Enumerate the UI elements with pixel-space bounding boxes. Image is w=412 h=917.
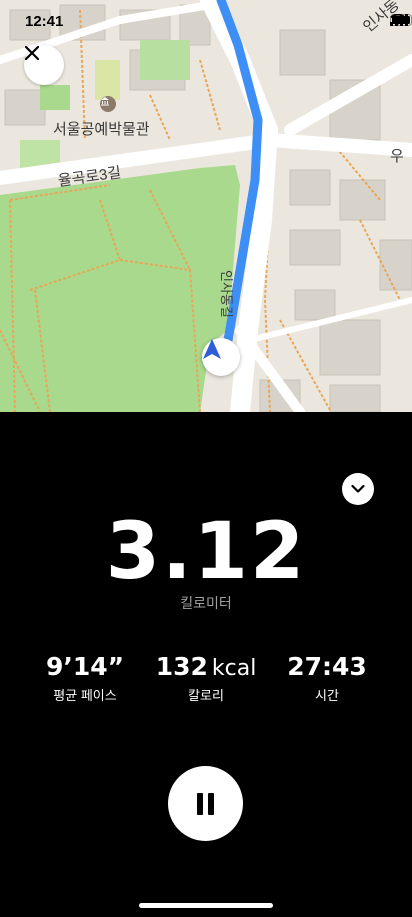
duration-label: 시간 bbox=[315, 688, 339, 703]
distance-unit: 킬로미터 bbox=[180, 595, 232, 611]
close-button[interactable] bbox=[24, 45, 64, 85]
calories-unit: kcal bbox=[211, 656, 257, 681]
map-label-museum[interactable]: 서울공예박물관 bbox=[53, 118, 150, 139]
current-location-marker bbox=[202, 338, 240, 376]
map-view[interactable]: 서울공예박물관 율곡로3길 인사동 우 인사동길 12:41 bbox=[0, 0, 412, 412]
average-pace-label: 평균 페이스 bbox=[53, 688, 117, 703]
stat-calories: 132 kcal 칼로리 bbox=[150, 652, 262, 704]
pause-icon-bar bbox=[208, 792, 214, 815]
battery-icon bbox=[390, 14, 412, 26]
calories-label: 칼로리 bbox=[188, 688, 224, 703]
status-time: 12:41 bbox=[25, 13, 64, 30]
map-label-vertical-street: 인사동길 bbox=[219, 270, 234, 318]
calories-value: 132 bbox=[155, 652, 208, 681]
calories-value-row: 132 kcal bbox=[150, 652, 262, 681]
stat-average-pace: 9’14” 평균 페이스 bbox=[35, 652, 135, 704]
museum-icon[interactable] bbox=[100, 96, 116, 112]
chevron-down-icon bbox=[351, 484, 365, 493]
navigation-arrow-icon bbox=[203, 339, 221, 359]
distance-value: 3.12 bbox=[105, 507, 307, 597]
status-bar: 12:41 bbox=[0, 0, 412, 44]
home-indicator[interactable] bbox=[139, 903, 273, 908]
collapse-button[interactable] bbox=[342, 473, 374, 505]
stat-duration: 27:43 시간 bbox=[277, 652, 377, 704]
pause-button[interactable] bbox=[168, 766, 243, 841]
workout-panel: 3.12 킬로미터 9’14” 평균 페이스 132 kcal 칼로리 27:43… bbox=[0, 412, 412, 917]
duration-value: 27:43 bbox=[287, 652, 367, 681]
average-pace-value: 9’14” bbox=[45, 652, 125, 681]
map-label-east-edge: 우 bbox=[390, 148, 404, 165]
pause-icon bbox=[197, 792, 203, 815]
close-icon bbox=[24, 45, 40, 61]
